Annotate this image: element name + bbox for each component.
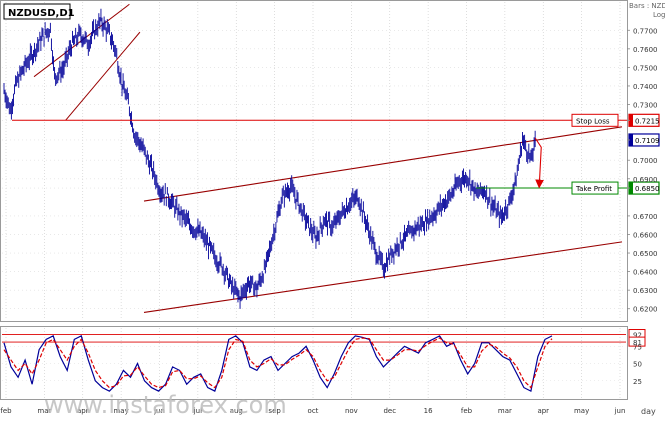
chart-svg: Stop Loss 0.7215 Take Profit 0.6850 0.7109 f…: [0, 0, 665, 419]
y-tick-label: 0.7400: [633, 83, 658, 91]
x-tick-label: may: [574, 407, 589, 415]
y-tick-label: 0.7600: [633, 46, 658, 54]
y-tick-label: 0.6200: [633, 306, 658, 314]
oscillator-tick-label: 75: [633, 343, 642, 351]
current-price-label: 0.7109: [635, 137, 660, 145]
watermark: www.instaforex.com: [44, 391, 287, 419]
bars-label: Bars : NZD: [629, 2, 665, 10]
x-tick-label: mar: [498, 407, 512, 415]
oscillator-tick-label: 25: [633, 378, 642, 386]
y-tick-label: 0.6600: [633, 231, 658, 239]
oscillator-tick-label: 50: [633, 361, 642, 369]
chart-root: Stop Loss 0.7215 Take Profit 0.6850 0.7109 f…: [0, 0, 665, 420]
y-tick-label: 0.6900: [633, 176, 658, 184]
scale-label: Log: [653, 11, 665, 19]
y-tick-label: 0.7000: [633, 157, 658, 165]
y-tick-label: 0.7300: [633, 102, 658, 110]
take-profit-price: 0.6850: [635, 185, 660, 193]
x-tick-label: nov: [345, 407, 358, 415]
x-tick-label: jun: [614, 407, 626, 415]
x-tick-label: apr: [537, 407, 549, 415]
stop-loss-label: Stop Loss: [576, 117, 610, 125]
x-axis-label: day: [641, 407, 656, 416]
x-tick-label: feb: [0, 407, 12, 415]
x-tick-label: oct: [308, 407, 319, 415]
y-tick-label: 0.6300: [633, 287, 658, 295]
chart-title: NZDUSD,D1: [8, 8, 75, 19]
x-tick-label: 16: [424, 407, 433, 415]
y-tick-label: 0.6400: [633, 269, 658, 277]
y-tick-label: 0.6700: [633, 213, 658, 221]
y-tick-label: 0.7500: [633, 64, 658, 72]
y-tick-label: 0.7700: [633, 27, 658, 35]
x-tick-label: dec: [383, 407, 396, 415]
x-tick-label: feb: [461, 407, 473, 415]
y-tick-label: 0.6500: [633, 250, 658, 258]
take-profit-label: Take Profit: [575, 185, 612, 193]
stop-loss-price: 0.7215: [635, 117, 660, 125]
